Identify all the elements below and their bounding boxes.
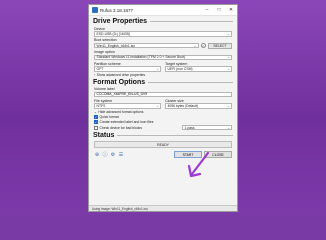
bad-blocks-checkbox[interactable]: Check device for bad blocks	[89, 125, 182, 130]
unchecked-box-icon	[94, 125, 98, 130]
file-system-select[interactable]: NTFS ⌄	[94, 103, 161, 109]
close-button-label: CLOSE	[212, 152, 224, 157]
hide-advanced-format-toggle[interactable]: ⌄ Hide advanced format options	[89, 109, 237, 114]
partition-scheme-select[interactable]: GPT ⌄	[94, 66, 161, 72]
minimize-icon[interactable]: –	[201, 5, 213, 15]
hide-advanced-format-label: Hide advanced format options	[98, 109, 144, 114]
device-label: Device	[94, 26, 105, 31]
chevron-right-icon: ›	[94, 72, 96, 77]
chevron-down-icon: ⌄	[227, 125, 230, 130]
cluster-size-label: Cluster size	[165, 98, 184, 103]
title-bar: Rufus 3.18.1877 – □ ✕	[89, 5, 237, 16]
status-bar: Using image: Win11_English_x64v1.iso	[89, 205, 237, 211]
progress-bar: READY	[94, 141, 232, 149]
close-icon[interactable]: ✕	[225, 5, 237, 15]
boot-selection-select[interactable]: Win11_English_x64v1.iso ⌄	[94, 42, 199, 49]
status-heading: Status	[89, 130, 237, 139]
divider	[148, 81, 233, 83]
target-system-value: UEFI (non CSM)	[167, 66, 193, 71]
volume-label-value: CCCOMA_X64FRE_EN-US_DV9	[96, 92, 148, 97]
log-icon[interactable]: ☰	[118, 152, 124, 158]
target-system-label: Target system	[165, 61, 188, 66]
format-options-title: Format Options	[93, 78, 146, 86]
chevron-down-icon: ⌄	[227, 55, 230, 60]
quick-format-checkbox[interactable]: ✓ Quick format	[89, 114, 237, 119]
select-button[interactable]: SELECT	[208, 42, 232, 49]
divider	[117, 135, 233, 137]
file-system-label: File system	[94, 98, 113, 103]
passes-value: 1 pass	[184, 125, 195, 130]
drive-properties-title: Drive Properties	[93, 18, 148, 25]
drive-properties-heading: Drive Properties	[89, 16, 237, 25]
image-option-value: Standard Windows 11 Installation (TPM 2.…	[96, 55, 186, 60]
info-icon[interactable]: ⓘ	[102, 152, 108, 158]
checkmark-icon: ✓	[94, 114, 98, 119]
partition-scheme-label: Partition scheme	[94, 61, 121, 66]
format-options-heading: Format Options	[89, 77, 237, 86]
chevron-down-icon: ⌄	[227, 66, 230, 71]
boot-selection-label: Boot selection	[94, 38, 117, 42]
chevron-down-icon: ⌄	[156, 66, 159, 71]
quick-format-label: Quick format	[99, 114, 119, 119]
chevron-down-icon: ⌄	[94, 109, 97, 114]
window-title: Rufus 3.18.1877	[100, 7, 134, 13]
checkmark-icon: ✓	[94, 119, 98, 124]
boot-selection-value: Win11_English_x64v1.iso	[96, 43, 136, 48]
select-button-label: SELECT	[213, 43, 227, 48]
target-system-select[interactable]: UEFI (non CSM) ⌄	[165, 66, 232, 72]
settings-icon[interactable]: ⚙	[110, 152, 116, 158]
chevron-down-icon: ⌄	[227, 103, 230, 108]
device-value: ESD-USB (D:) [16GB]	[96, 31, 130, 36]
usb-drive-icon	[92, 7, 98, 13]
extended-label-label: Create extended label and icon files	[99, 119, 154, 124]
divider	[150, 21, 233, 22]
annotation-arrow-icon	[187, 151, 210, 178]
chevron-down-icon: ⌄	[156, 103, 159, 108]
image-option-label: Image option	[94, 50, 115, 54]
volume-label-label: Volume label	[94, 87, 115, 91]
maximize-icon[interactable]: □	[213, 5, 225, 15]
check-icon[interactable]: ✓	[200, 42, 206, 49]
rufus-window: Rufus 3.18.1877 – □ ✕ Drive Properties D…	[88, 4, 238, 212]
show-advanced-drive-label: Show advanced drive properties	[96, 72, 146, 77]
cluster-size-value: 4096 bytes (Default)	[167, 103, 199, 108]
chevron-down-icon: ⌄	[227, 31, 230, 36]
progress-text: READY	[157, 142, 169, 147]
chevron-down-icon: ⌄	[193, 43, 197, 48]
passes-select[interactable]: 1 pass ⌄	[182, 124, 232, 131]
cluster-size-select[interactable]: 4096 bytes (Default) ⌄	[165, 103, 232, 109]
status-bar-text: Using image: Win11_English_x64v1.iso	[92, 206, 148, 211]
status-title: Status	[93, 132, 115, 140]
file-system-value: NTFS	[96, 103, 106, 108]
bad-blocks-label: Check device for bad blocks	[99, 125, 142, 130]
device-select[interactable]: ESD-USB (D:) [16GB] ⌄	[94, 31, 232, 37]
globe-icon[interactable]: ⊕	[94, 152, 100, 158]
partition-scheme-value: GPT	[96, 66, 104, 71]
